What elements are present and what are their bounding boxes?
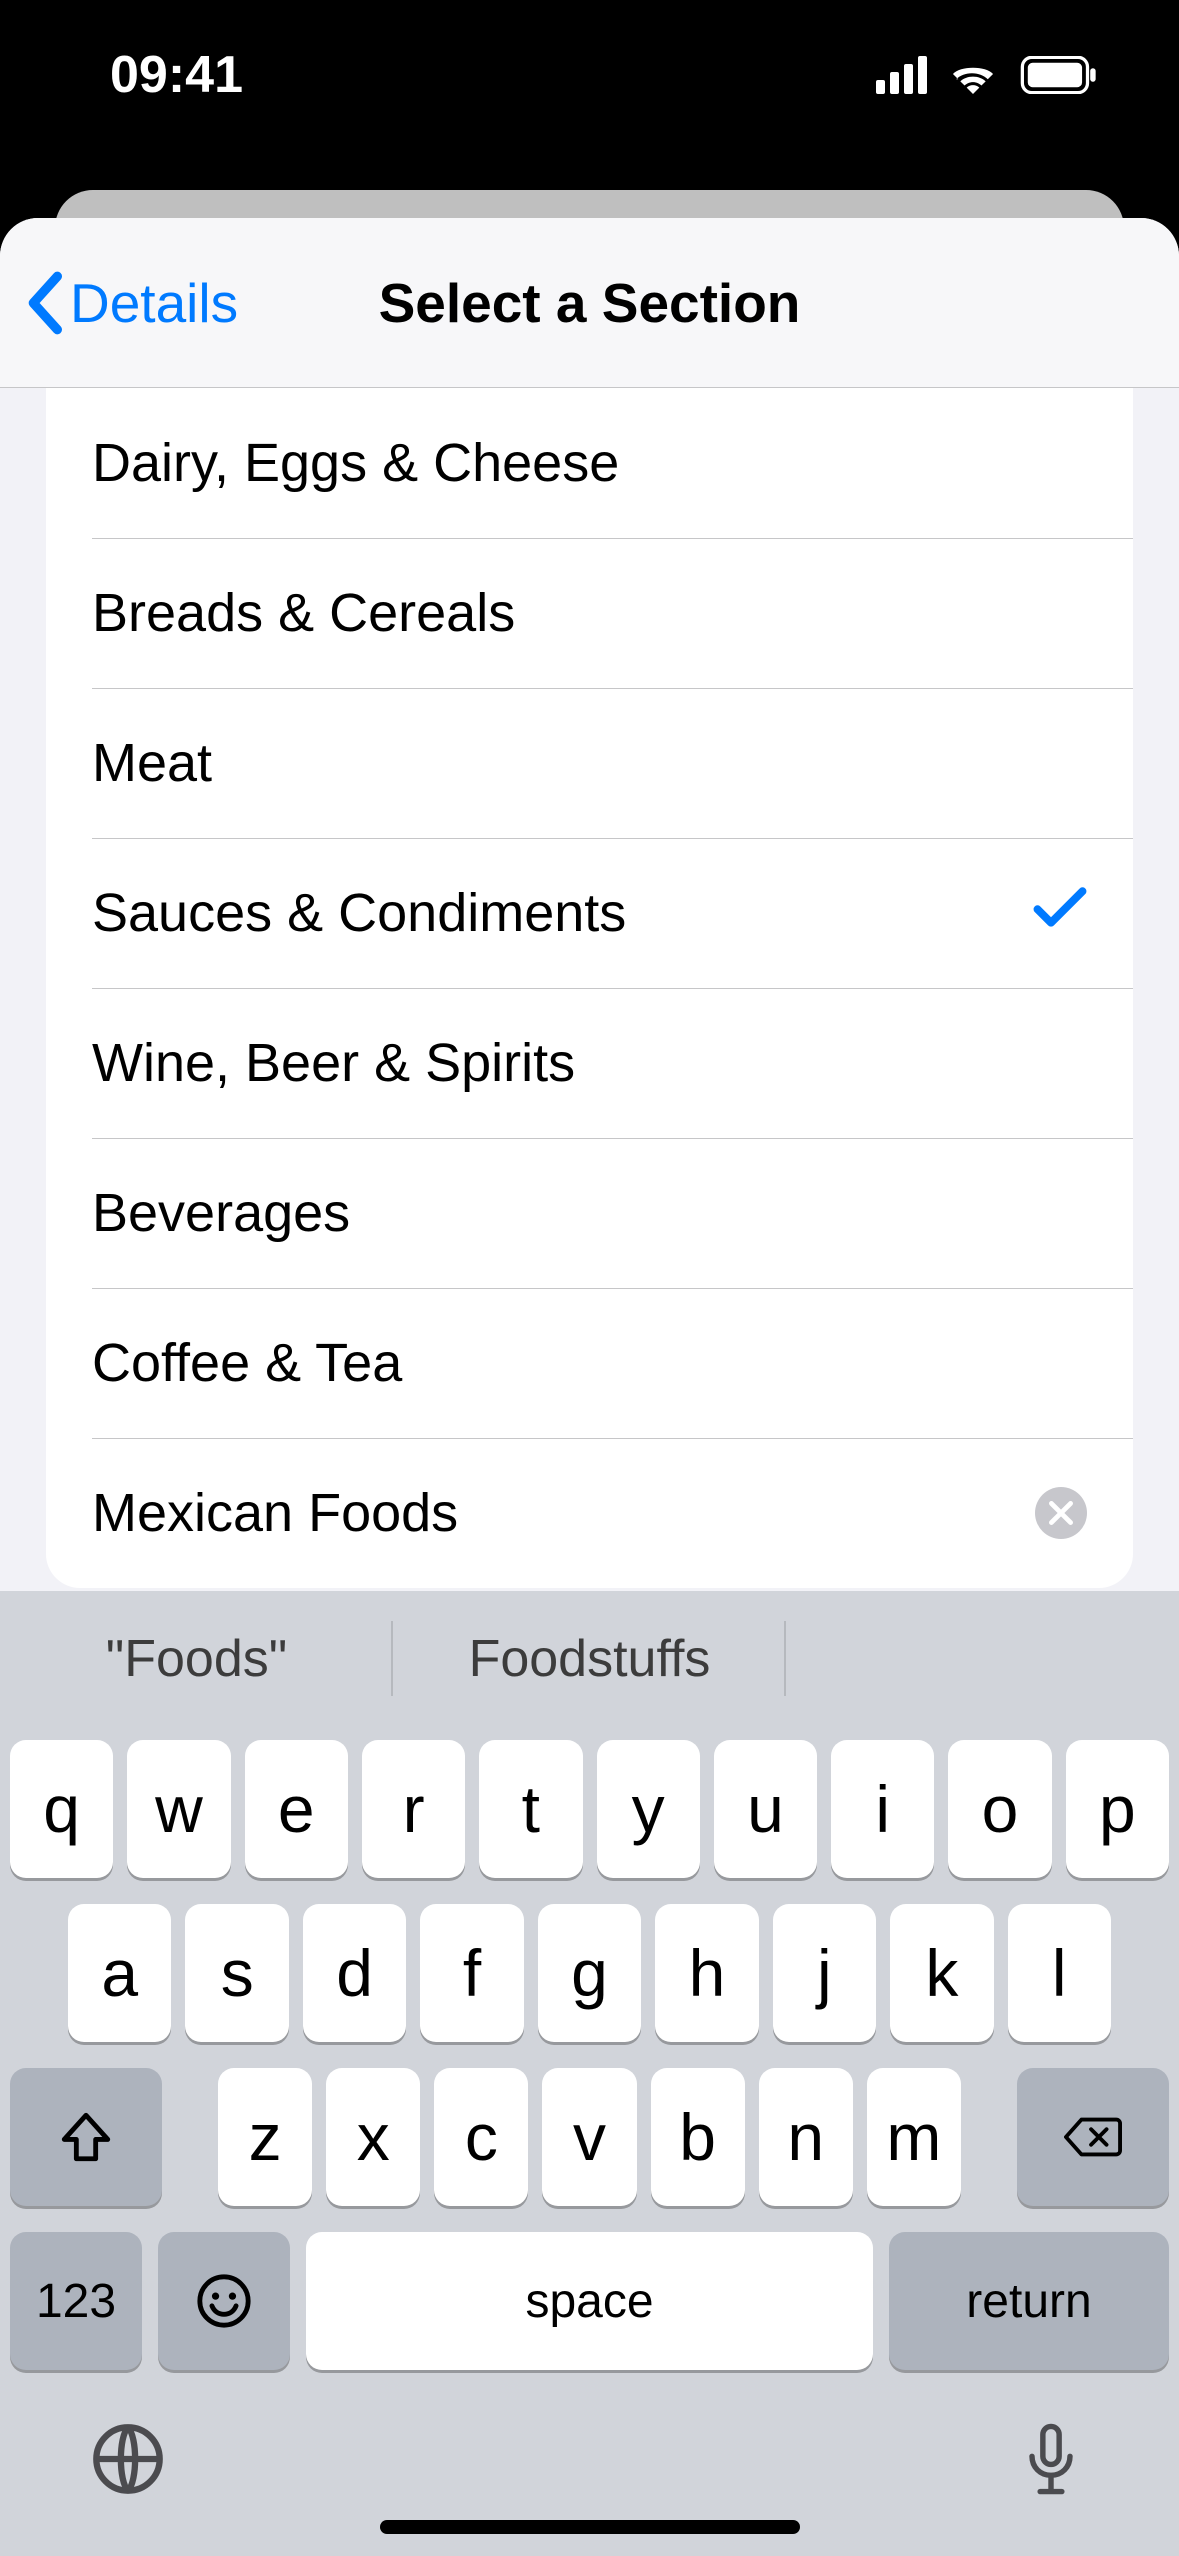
key-t[interactable]: t — [479, 1740, 582, 1878]
key-h[interactable]: h — [655, 1904, 758, 2042]
suggestion[interactable] — [786, 1591, 1179, 1726]
key-e[interactable]: e — [245, 1740, 348, 1878]
key-o[interactable]: o — [948, 1740, 1051, 1878]
clear-text-button[interactable] — [1035, 1487, 1087, 1539]
shift-key[interactable] — [10, 2068, 162, 2206]
key-s[interactable]: s — [185, 1904, 288, 2042]
numbers-key[interactable]: 123 — [10, 2232, 142, 2370]
list-item-label: Dairy, Eggs & Cheese — [92, 432, 1087, 494]
dictation-key[interactable] — [1013, 2421, 1089, 2502]
list-item[interactable]: Meat — [46, 688, 1133, 838]
globe-key[interactable] — [90, 2421, 166, 2502]
key-q[interactable]: q — [10, 1740, 113, 1878]
key-y[interactable]: y — [597, 1740, 700, 1878]
key-c[interactable]: c — [434, 2068, 528, 2206]
shift-icon — [57, 2108, 115, 2166]
list-input-row[interactable] — [46, 1438, 1133, 1588]
navigation-bar: Details Select a Section — [0, 218, 1179, 388]
signal-icon — [876, 56, 927, 94]
backspace-key[interactable] — [1017, 2068, 1169, 2206]
suggestion[interactable]: "Foods" — [0, 1591, 393, 1726]
section-list: Dairy, Eggs & Cheese Breads & Cereals Me… — [46, 388, 1133, 1588]
list-item-label: Beverages — [92, 1182, 1087, 1244]
key-a[interactable]: a — [68, 1904, 171, 2042]
globe-icon — [90, 2421, 166, 2497]
key-d[interactable]: d — [303, 1904, 406, 2042]
key-p[interactable]: p — [1066, 1740, 1169, 1878]
list-item-label: Sauces & Condiments — [92, 882, 1033, 944]
key-m[interactable]: m — [867, 2068, 961, 2206]
key-i[interactable]: i — [831, 1740, 934, 1878]
key-k[interactable]: k — [890, 1904, 993, 2042]
key-j[interactable]: j — [773, 1904, 876, 2042]
status-bar: 09:41 — [0, 0, 1179, 150]
home-indicator[interactable] — [380, 2520, 800, 2534]
list-item-label: Wine, Beer & Spirits — [92, 1032, 1087, 1094]
battery-icon — [1019, 56, 1099, 94]
list-item-label: Meat — [92, 732, 1087, 794]
back-button[interactable]: Details — [22, 218, 238, 387]
key-z[interactable]: z — [218, 2068, 312, 2206]
mic-icon — [1013, 2421, 1089, 2497]
status-right — [876, 56, 1099, 94]
key-n[interactable]: n — [759, 2068, 853, 2206]
key-l[interactable]: l — [1008, 1904, 1111, 2042]
suggestion-bar: "Foods" Foodstuffs — [0, 1591, 1179, 1726]
emoji-key[interactable] — [158, 2232, 290, 2370]
list-item[interactable]: Coffee & Tea — [46, 1288, 1133, 1438]
back-label: Details — [70, 271, 238, 335]
list-item[interactable]: Breads & Cereals — [46, 538, 1133, 688]
list-item[interactable]: Wine, Beer & Spirits — [46, 988, 1133, 1138]
key-v[interactable]: v — [542, 2068, 636, 2206]
key-r[interactable]: r — [362, 1740, 465, 1878]
modal-sheet: Details Select a Section Dairy, Eggs & C… — [0, 218, 1179, 2556]
return-key[interactable]: return — [889, 2232, 1169, 2370]
list-item-label: Coffee & Tea — [92, 1332, 1087, 1394]
checkmark-icon — [1033, 882, 1087, 944]
new-section-input[interactable] — [92, 1482, 1015, 1544]
emoji-icon — [195, 2272, 253, 2330]
status-time: 09:41 — [110, 45, 243, 105]
key-x[interactable]: x — [326, 2068, 420, 2206]
keyboard: "Foods" Foodstuffs q w e r t y u i o p a… — [0, 1591, 1179, 2556]
page-title: Select a Section — [379, 271, 801, 335]
wifi-icon — [947, 56, 999, 94]
space-key[interactable]: space — [306, 2232, 873, 2370]
backspace-icon — [1064, 2108, 1122, 2166]
key-f[interactable]: f — [420, 1904, 523, 2042]
suggestion[interactable]: Foodstuffs — [393, 1591, 786, 1726]
list-item[interactable]: Beverages — [46, 1138, 1133, 1288]
key-g[interactable]: g — [538, 1904, 641, 2042]
list-item[interactable]: Dairy, Eggs & Cheese — [46, 388, 1133, 538]
key-w[interactable]: w — [127, 1740, 230, 1878]
chevron-left-icon — [22, 271, 66, 335]
key-b[interactable]: b — [651, 2068, 745, 2206]
list-item[interactable]: Sauces & Condiments — [46, 838, 1133, 988]
x-icon — [1049, 1501, 1073, 1525]
key-u[interactable]: u — [714, 1740, 817, 1878]
list-item-label: Breads & Cereals — [92, 582, 1087, 644]
